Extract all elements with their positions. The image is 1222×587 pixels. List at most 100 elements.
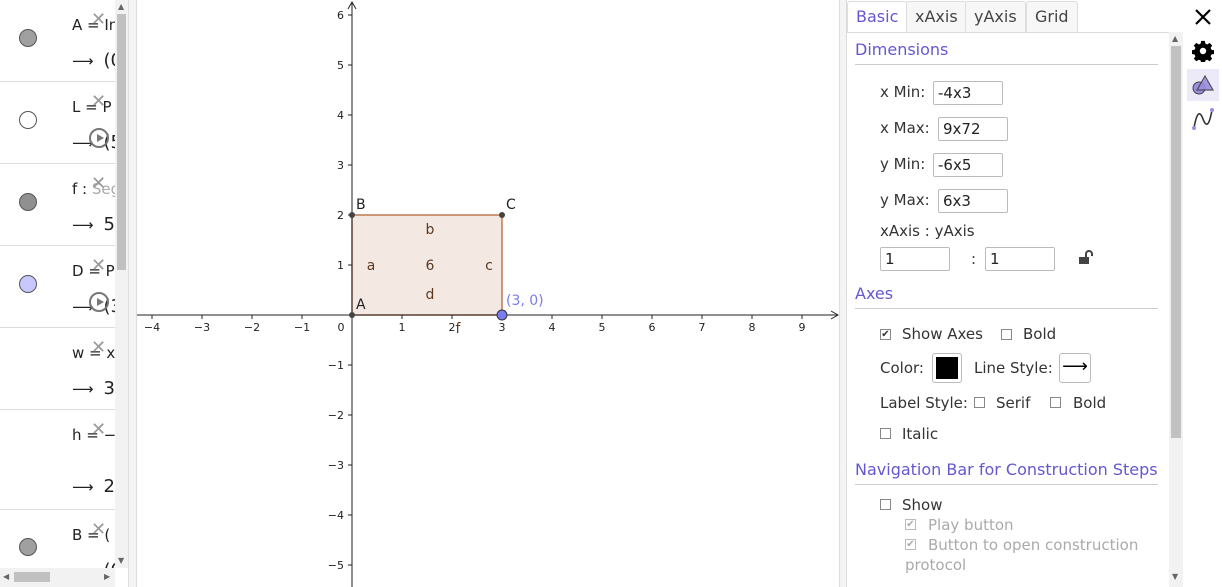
dimensions-title: Dimensions — [855, 40, 949, 59]
algebra-row[interactable]: A = In⟶(0✕ — [0, 0, 115, 82]
show-navigation-label: Show — [902, 496, 943, 514]
y-tick-label: 6 — [337, 9, 344, 22]
x-tick-label: 5 — [599, 321, 606, 334]
play-icon[interactable] — [89, 292, 109, 312]
axis-ratio-label: xAxis : yAxis — [880, 222, 975, 240]
x-tick-label: 4 — [549, 321, 556, 334]
unlock-icon[interactable] — [1078, 249, 1094, 265]
algebra-horizontal-scrollbar[interactable]: ◀ ▶ — [0, 568, 115, 587]
segment-label-d: d — [426, 287, 435, 303]
scroll-left-icon[interactable]: ◀ — [3, 572, 9, 581]
section-divider — [855, 64, 1158, 65]
serif-checkbox[interactable] — [974, 397, 985, 408]
show-axes-checkbox[interactable]: ✔ — [880, 329, 891, 340]
close-button[interactable] — [1187, 1, 1219, 33]
segment-label-f: f — [456, 321, 462, 337]
delete-icon[interactable]: ✕ — [91, 11, 107, 29]
y-tick-label: −5 — [328, 559, 344, 572]
ratio-x-input[interactable] — [880, 247, 950, 271]
point-label-c: C — [506, 197, 516, 213]
graphics-view[interactable]: −4 −3 −2 −1 1 2 3 4 5 6 7 8 9 0 6 5 4 3 2 1 −1 −2 −3 −4 −5 a b c d 6 f… — [137, 0, 839, 587]
x-tick-label: 2 — [449, 321, 456, 334]
delete-icon[interactable]: ✕ — [91, 175, 107, 193]
italic-checkbox[interactable] — [880, 428, 891, 439]
algebra-style-button[interactable] — [1187, 103, 1219, 135]
algebra-row[interactable]: w = x ⟶ 3 ✕ — [0, 328, 115, 410]
ymin-label: y Min: — [880, 155, 926, 173]
algebra-marker-cell — [0, 328, 57, 409]
scroll-down-icon[interactable]: ▼ — [1172, 572, 1178, 581]
settings-button[interactable] — [1187, 35, 1219, 67]
y-tick-label: 4 — [337, 109, 344, 122]
ratio-y-input[interactable] — [985, 247, 1055, 271]
algebra-row[interactable]: D = P⟶(3✕ — [0, 246, 115, 328]
x-tick-label: −1 — [294, 321, 310, 334]
line-style-button[interactable]: ⟶ — [1059, 353, 1091, 383]
segment-label-c: c — [485, 258, 493, 274]
visibility-toggle[interactable] — [19, 275, 37, 293]
play-button-checkbox: ✔ — [905, 519, 916, 530]
show-axes-label: Show Axes — [902, 325, 983, 343]
bold-label: Bold — [1023, 325, 1057, 343]
tab-xaxis[interactable]: xAxis — [906, 1, 967, 32]
delete-icon[interactable]: ✕ — [91, 257, 107, 275]
open-protocol-checkbox: ✔ — [905, 539, 916, 550]
y-tick-label: −3 — [328, 459, 344, 472]
graphics-canvas[interactable]: −4 −3 −2 −1 1 2 3 4 5 6 7 8 9 0 6 5 4 3 2 1 −1 −2 −3 −4 −5 a b c d 6 f… — [137, 0, 839, 587]
algebra-row[interactable]: L = P⟶(5✕ — [0, 82, 115, 164]
label-bold-checkbox[interactable] — [1050, 397, 1061, 408]
algebra-view: A = In⟶(0✕L = P⟶(5✕f : Seg⟶5✕D = P⟶(3✕w … — [0, 0, 128, 587]
tab-grid[interactable]: Grid — [1026, 1, 1078, 32]
ymin-input[interactable] — [933, 153, 1003, 177]
open-protocol-label-cont: protocol — [905, 556, 967, 574]
graphics-style-button[interactable] — [1187, 69, 1219, 101]
play-icon[interactable] — [89, 128, 109, 148]
axis-color-button[interactable] — [932, 353, 962, 383]
scroll-up-icon[interactable]: ▲ — [1172, 34, 1178, 43]
delete-icon[interactable]: ✕ — [91, 421, 107, 439]
algebra-scroll-thumb[interactable] — [117, 14, 126, 270]
graphics-view-icon — [1192, 74, 1215, 95]
line-style-label: Line Style: — [974, 359, 1053, 377]
properties-scrollbar[interactable]: ▲ ▼ — [1169, 32, 1183, 587]
visibility-toggle[interactable] — [19, 193, 37, 211]
bold-checkbox[interactable] — [1001, 329, 1012, 340]
algebra-hscroll-thumb[interactable] — [14, 572, 50, 582]
algebra-vertical-scrollbar[interactable]: ▲ ▼ — [115, 0, 128, 568]
x-tick-label: 8 — [749, 321, 756, 334]
show-navigation-checkbox[interactable] — [880, 499, 891, 510]
algebra-row[interactable]: h = −1⟶2✕ — [0, 410, 115, 510]
output-arrow-icon: ⟶ — [72, 478, 94, 496]
delete-icon[interactable]: ✕ — [91, 521, 107, 539]
function-graph-icon — [1192, 108, 1214, 130]
algebra-marker-cell — [0, 410, 57, 509]
panel-splitter-right[interactable] — [839, 0, 847, 587]
delete-icon[interactable]: ✕ — [91, 339, 107, 357]
scroll-right-icon[interactable]: ▶ — [104, 572, 110, 581]
serif-label: Serif — [996, 394, 1031, 412]
output-arrow-icon: ⟶ — [72, 380, 94, 398]
tab-yaxis[interactable]: yAxis — [965, 1, 1026, 32]
tab-basic[interactable]: Basic — [847, 1, 908, 32]
section-divider — [855, 308, 1158, 309]
xmin-input[interactable] — [933, 81, 1003, 105]
scroll-down-icon[interactable]: ▼ — [118, 556, 124, 565]
visibility-toggle[interactable] — [19, 111, 37, 129]
algebra-row[interactable]: f : Seg⟶5✕ — [0, 164, 115, 246]
y-tick-label: 5 — [337, 59, 344, 72]
ymax-input[interactable] — [938, 189, 1008, 213]
properties-scroll-thumb[interactable] — [1171, 46, 1181, 438]
algebra-marker-cell — [0, 82, 57, 163]
y-tick-label: 3 — [337, 159, 344, 172]
xmax-input[interactable] — [938, 117, 1008, 141]
visibility-toggle[interactable] — [19, 29, 37, 47]
geogebra-window: A = In⟶(0✕L = P⟶(5✕f : Seg⟶5✕D = P⟶(3✕w … — [0, 0, 1222, 587]
label-bold-label: Bold — [1073, 394, 1107, 412]
scroll-up-icon[interactable]: ▲ — [118, 2, 124, 11]
y-tick-label: 1 — [337, 259, 344, 272]
visibility-toggle[interactable] — [19, 538, 37, 556]
delete-icon[interactable]: ✕ — [91, 93, 107, 111]
x-tick-label: 9 — [799, 321, 806, 334]
panel-splitter[interactable] — [128, 0, 137, 587]
point-marker — [499, 212, 505, 218]
